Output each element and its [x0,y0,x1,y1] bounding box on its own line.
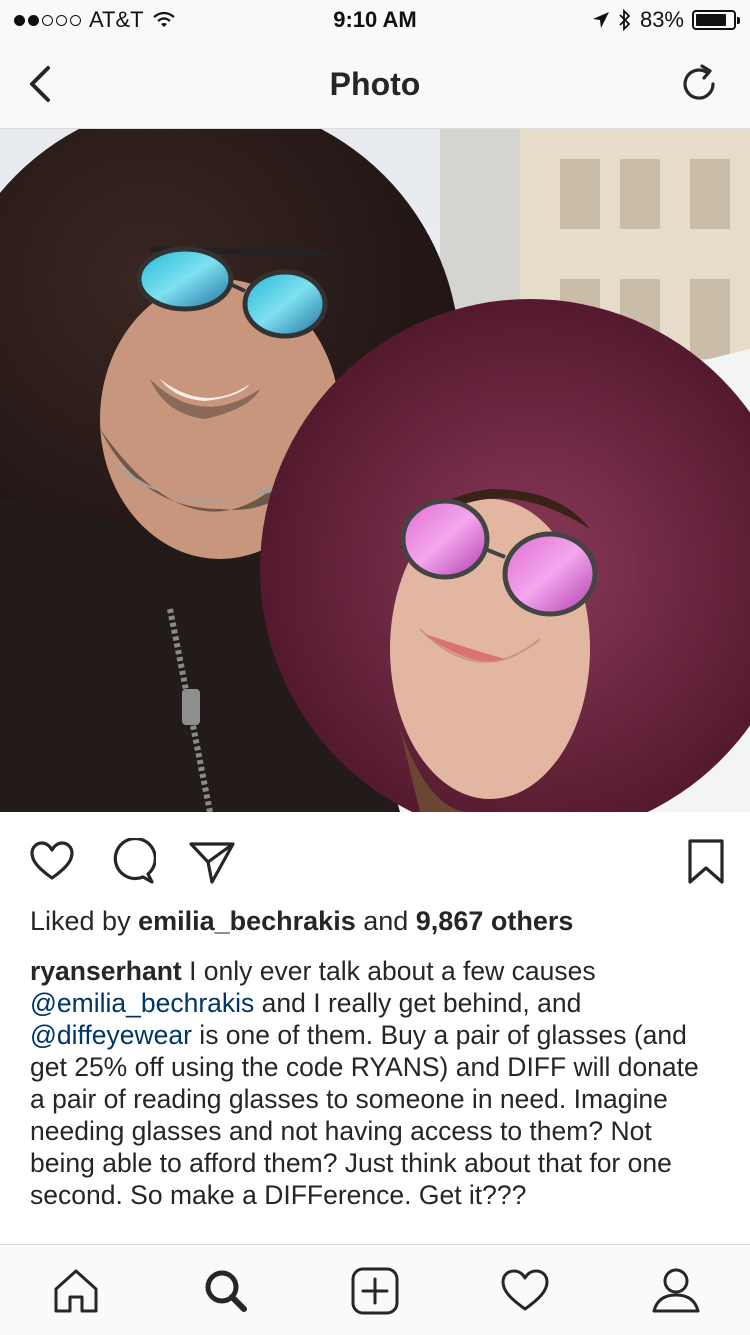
location-arrow-icon [592,12,609,28]
refresh-icon[interactable] [678,62,722,106]
mention-link[interactable]: @diffeyewear [30,1020,192,1050]
new-post-plus-icon[interactable] [349,1265,401,1317]
caption-text: and I really get behind, and [254,988,582,1018]
battery-percent: 83% [639,7,684,32]
post-photo[interactable] [0,129,750,812]
post-actions [0,830,750,890]
likes-middle: and [355,906,416,936]
share-paper-plane-icon[interactable] [188,838,236,886]
likes-count-link[interactable]: 9,867 others [416,906,574,936]
likes-summary: Liked by emilia_bechrakis and 9,867 othe… [30,906,573,937]
profile-person-icon[interactable] [650,1265,702,1317]
battery-icon [692,10,740,30]
page-title: Photo [329,66,421,102]
tab-bar [0,1244,750,1335]
post-caption: ryanserhant I only ever talk about a few… [30,955,720,1211]
like-heart-icon[interactable] [28,838,76,886]
liker-username-link[interactable]: emilia_bechrakis [138,906,356,936]
couple-selfie-image [0,129,750,812]
status-bar: AT&T 9:10 AM 83% [0,0,750,40]
activity-heart-icon[interactable] [499,1265,551,1317]
comment-icon[interactable] [108,838,156,886]
status-right: 83% [592,7,740,33]
likes-prefix: Liked by [30,906,139,936]
mention-link[interactable]: @emilia_bechrakis [30,988,254,1018]
search-icon[interactable] [200,1265,252,1317]
caption-text: I only ever talk about a few causes [181,956,596,986]
bluetooth-icon [619,9,631,31]
home-icon[interactable] [50,1265,102,1317]
author-username-link[interactable]: ryanserhant [30,956,182,986]
save-bookmark-icon[interactable] [682,838,730,886]
navigation-bar: Photo [0,40,750,129]
